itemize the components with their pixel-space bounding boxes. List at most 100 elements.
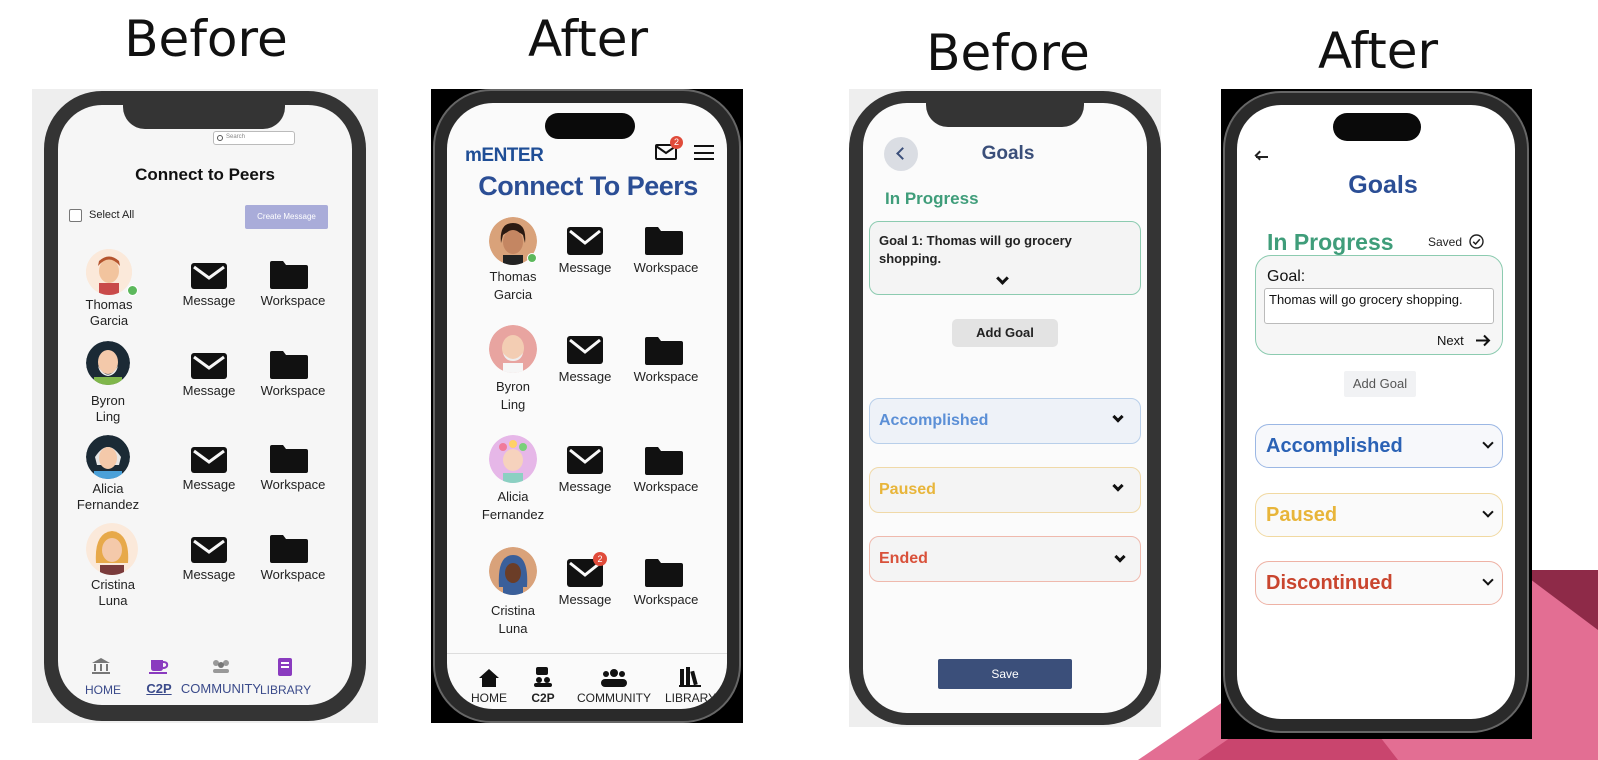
- inbox-badge: 2: [670, 136, 683, 149]
- nav-community-label: COMMUNITY: [577, 691, 651, 705]
- envelope-icon: [191, 537, 227, 563]
- paused-section[interactable]: Paused: [869, 467, 1141, 513]
- envelope-icon: [567, 227, 603, 255]
- folder-icon: [270, 351, 308, 379]
- peer-last-name: Garcia: [493, 287, 533, 302]
- chevron-down-icon: [1112, 411, 1124, 423]
- message-label: Message: [182, 383, 236, 398]
- goal-input[interactable]: Thomas will go grocery shopping.: [1264, 288, 1494, 324]
- paused-section[interactable]: Paused: [1255, 493, 1503, 537]
- coffee-cup-icon: [149, 660, 169, 674]
- peer-last-name: Luna: [498, 621, 528, 636]
- bottom-nav: [447, 653, 727, 654]
- workspace-label: Workspace: [260, 567, 326, 582]
- search-input[interactable]: Search: [213, 131, 295, 145]
- add-goal-button[interactable]: Add Goal: [1344, 371, 1416, 397]
- envelope-icon: [567, 336, 603, 364]
- envelope-icon: [191, 353, 227, 379]
- workspace-label: Workspace: [633, 479, 699, 494]
- chevron-down-icon: [1482, 506, 1494, 518]
- phone-before-connect: Search Connect to Peers Select All Creat…: [32, 89, 378, 723]
- peer-first-name: Cristina: [90, 577, 136, 592]
- next-button[interactable]: Next: [1437, 332, 1497, 350]
- avatar[interactable]: [489, 435, 537, 483]
- community-icon: [601, 669, 627, 687]
- nav-c2p-label: C2P: [146, 681, 172, 696]
- check-circle-icon: [1469, 234, 1484, 249]
- search-icon: [217, 135, 223, 141]
- page-title: Goals: [981, 143, 1035, 164]
- folder-icon: [645, 337, 683, 365]
- goal-card[interactable]: Goal 1: Thomas will go grocery shopping.: [869, 221, 1141, 295]
- page-title: Goals: [1348, 171, 1418, 199]
- next-label: Next: [1437, 333, 1464, 348]
- envelope-icon: [191, 263, 227, 289]
- paused-label: Paused: [1266, 504, 1338, 526]
- avatar[interactable]: [489, 547, 537, 595]
- accomplished-label: Accomplished: [1266, 435, 1403, 457]
- avatar[interactable]: [86, 341, 130, 385]
- online-status-dot: [127, 285, 138, 296]
- peer-last-name: Fernandez: [481, 507, 545, 522]
- peer-first-name: Thomas: [85, 297, 133, 312]
- in-progress-heading: In Progress: [1267, 229, 1394, 255]
- goal-card: Goal: Thomas will go grocery shopping. N…: [1255, 255, 1503, 355]
- folder-icon: [645, 227, 683, 255]
- create-message-button[interactable]: Create Message: [245, 205, 328, 229]
- nav-library-label: LIBRARY: [260, 683, 312, 697]
- peer-first-name: Byron: [91, 393, 125, 408]
- nav-home-label: HOME: [85, 683, 121, 697]
- nav-library-label: LIBRARY: [665, 691, 717, 705]
- envelope-icon: [567, 446, 603, 474]
- phone-after-connect: mENTER 2 Connect To Peers Thomas Garcia: [431, 89, 743, 723]
- peers-icon: [534, 667, 552, 687]
- avatar[interactable]: [86, 523, 138, 575]
- folder-icon: [270, 535, 308, 563]
- chevron-down-icon: [1482, 574, 1494, 586]
- workspace-label: Workspace: [260, 477, 326, 492]
- select-all-checkbox[interactable]: [69, 209, 82, 222]
- heading-after-2: After: [1317, 22, 1439, 80]
- heading-before-2: Before: [926, 24, 1090, 82]
- save-button[interactable]: Save: [938, 659, 1072, 689]
- back-arrow-icon[interactable]: [1254, 150, 1269, 163]
- goal-label: Goal:: [1267, 268, 1306, 285]
- folder-icon: [270, 261, 308, 289]
- discontinued-section[interactable]: Discontinued: [1255, 561, 1503, 605]
- accomplished-section[interactable]: Accomplished: [1255, 424, 1503, 468]
- add-goal-button[interactable]: Add Goal: [952, 319, 1058, 347]
- accomplished-section[interactable]: Accomplished: [869, 398, 1141, 444]
- folder-icon: [270, 445, 308, 473]
- message-label: Message: [558, 592, 612, 607]
- workspace-label: Workspace: [260, 383, 326, 398]
- ended-label: Ended: [879, 550, 928, 567]
- message-label: Message: [182, 293, 236, 308]
- peer-last-name: Garcia: [89, 313, 129, 328]
- book-icon: [278, 658, 292, 676]
- message-label: Message: [558, 479, 612, 494]
- avatar[interactable]: [489, 325, 537, 373]
- phone-before-goals: Goals In Progress Goal 1: Thomas will go…: [849, 89, 1161, 727]
- nav-community-label: COMMUNITY: [180, 681, 262, 696]
- online-status-dot: [527, 253, 537, 263]
- hamburger-menu-icon[interactable]: [694, 145, 714, 160]
- saved-status: Saved: [1428, 235, 1463, 249]
- ended-section[interactable]: Ended: [869, 536, 1141, 582]
- chevron-down-icon: [1112, 480, 1124, 492]
- workspace-label: Workspace: [260, 293, 326, 308]
- workspace-label: Workspace: [633, 260, 699, 275]
- chevron-down-icon: [1482, 437, 1494, 449]
- avatar[interactable]: [86, 249, 132, 295]
- brand-logo[interactable]: mENTER: [465, 145, 544, 167]
- peer-last-name: Ling: [95, 409, 121, 424]
- peer-first-name: Alicia: [92, 481, 124, 496]
- bank-icon: [92, 658, 110, 674]
- message-label: Message: [558, 369, 612, 384]
- chevron-down-icon[interactable]: [996, 272, 1009, 285]
- search-placeholder: Search: [226, 134, 246, 140]
- avatar[interactable]: [86, 435, 130, 479]
- page-title: Connect To Peers: [478, 171, 698, 201]
- folder-icon: [645, 559, 683, 587]
- chevron-down-icon: [1114, 551, 1126, 563]
- heading-before-1: Before: [124, 10, 288, 68]
